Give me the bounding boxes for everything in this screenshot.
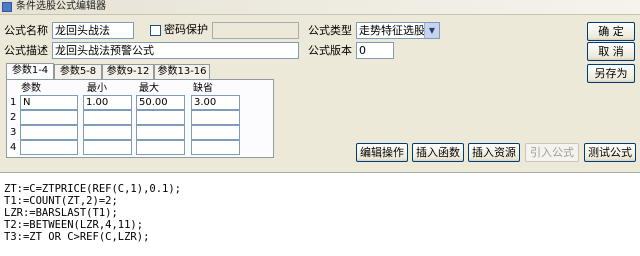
title-bar: 条件选股公式编辑器 [0, 0, 640, 15]
insert-resource-button[interactable]: 插入资源 [468, 143, 520, 162]
formula-type-value: 走势特征选股 [359, 24, 425, 37]
param-header-max: 最大 [139, 83, 159, 94]
formula-version-label: 公式版本 [308, 44, 352, 57]
edit-operations-button[interactable]: 编辑操作 [356, 143, 408, 162]
ok-button[interactable]: 确 定 [587, 22, 635, 41]
param-max-cell[interactable] [136, 110, 185, 125]
insert-function-button[interactable]: 插入函数 [412, 143, 464, 162]
code-line: ZT:=C=ZTPRICE(REF(C,1),0.1); [4, 183, 182, 195]
password-protect-checkbox[interactable] [150, 25, 161, 36]
formula-name-input[interactable]: 龙回头战法 [52, 22, 134, 39]
param-header-default: 缺省 [193, 83, 213, 94]
code-editor[interactable]: ZT:=C=ZTPRICE(REF(C,1),0.1); T1:=COUNT(Z… [0, 172, 640, 256]
formula-desc-label: 公式描述 [4, 44, 48, 57]
param-name-cell[interactable] [20, 140, 78, 155]
param-max-cell[interactable] [136, 140, 185, 155]
tab-params-1-4[interactable]: 参数1-4 [6, 63, 54, 80]
app-icon [2, 2, 12, 12]
formula-type-label: 公式类型 [308, 24, 352, 37]
import-formula-button[interactable]: 引入公式 [525, 143, 579, 162]
param-min-cell[interactable]: 1.00 [83, 95, 132, 110]
chevron-down-icon[interactable]: ▼ [424, 23, 439, 38]
code-line: T2:=BETWEEN(LZR,4,11); [4, 219, 144, 231]
param-name-cell[interactable] [20, 125, 78, 140]
code-line: T3:=ZT OR C>REF(C,LZR); [4, 231, 150, 243]
param-name-cell[interactable] [20, 110, 78, 125]
param-row-number: 2 [10, 112, 17, 123]
password-protect-label: 密码保护 [164, 23, 208, 36]
tab-params-9-12[interactable]: 参数9-12 [102, 64, 154, 80]
param-max-cell[interactable] [136, 125, 185, 140]
param-row-number: 3 [10, 127, 17, 138]
test-formula-button[interactable]: 测试公式 [584, 143, 636, 162]
param-panel: 参数 最小 最大 缺省 1 N 1.00 50.00 3.00 2 3 4 [6, 79, 274, 158]
param-default-cell[interactable] [191, 110, 240, 125]
param-row-number: 1 [10, 97, 17, 108]
formula-editor-window: 条件选股公式编辑器 公式名称 龙回头战法 密码保护 公式类型 走势特征选股 ▼ … [0, 0, 640, 256]
password-input[interactable] [212, 22, 299, 39]
formula-desc-input[interactable]: 龙回头战法预警公式 [52, 42, 299, 59]
tab-params-5-8[interactable]: 参数5-8 [54, 64, 102, 80]
param-min-cell[interactable] [83, 125, 132, 140]
param-default-cell[interactable] [191, 140, 240, 155]
param-max-cell[interactable]: 50.00 [136, 95, 185, 110]
param-default-cell[interactable]: 3.00 [191, 95, 240, 110]
tab-params-13-16[interactable]: 参数13-16 [154, 64, 210, 80]
formula-version-input[interactable]: 0 [356, 42, 394, 59]
code-line: T1:=COUNT(ZT,2)=2; [4, 195, 118, 207]
formula-type-select[interactable]: 走势特征选股 ▼ [356, 22, 440, 39]
code-line: LZR:=BARSLAST(T1); [4, 207, 118, 219]
param-min-cell[interactable] [83, 110, 132, 125]
param-header-name: 参数 [21, 83, 41, 94]
param-default-cell[interactable] [191, 125, 240, 140]
save-as-button[interactable]: 另存为 [587, 64, 635, 83]
param-row-number: 4 [10, 142, 17, 153]
window-title: 条件选股公式编辑器 [16, 1, 106, 12]
param-min-cell[interactable] [83, 140, 132, 155]
param-name-cell[interactable]: N [20, 95, 78, 110]
cancel-button[interactable]: 取 消 [587, 42, 635, 61]
formula-name-label: 公式名称 [4, 24, 48, 37]
param-header-min: 最小 [87, 83, 107, 94]
